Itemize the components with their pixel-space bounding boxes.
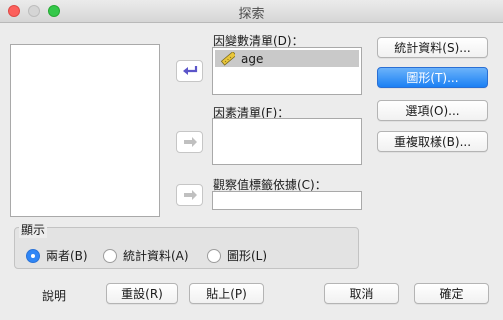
ok-button[interactable]: 確定 xyxy=(414,283,489,304)
variable-name: age xyxy=(241,51,264,66)
dependent-list[interactable]: age xyxy=(212,47,362,95)
radio-statistics[interactable]: 統計資料(A) xyxy=(103,247,189,264)
ruler-icon xyxy=(221,51,235,66)
arrow-right-icon xyxy=(182,66,197,75)
arrow-right-icon xyxy=(183,190,197,200)
factor-list[interactable] xyxy=(212,118,362,165)
plots-button[interactable]: 圖形(T)... xyxy=(377,67,488,88)
options-button[interactable]: 選項(O)... xyxy=(377,100,488,121)
statistics-button[interactable]: 統計資料(S)... xyxy=(377,37,488,58)
radio-indicator xyxy=(207,248,221,263)
title-bar: 探索 xyxy=(0,0,503,23)
move-to-dependent-button[interactable] xyxy=(176,60,203,82)
list-item[interactable]: age xyxy=(215,50,359,67)
paste-button[interactable]: 貼上(P) xyxy=(189,283,264,304)
arrow-right-icon xyxy=(183,137,197,147)
radio-indicator xyxy=(103,248,117,263)
radio-indicator xyxy=(26,248,40,263)
display-group-title: 顯示 xyxy=(19,221,48,238)
window-title: 探索 xyxy=(238,7,265,22)
bootstrap-button[interactable]: 重複取樣(B)... xyxy=(377,131,488,152)
source-variable-list[interactable] xyxy=(10,44,160,217)
radio-plots[interactable]: 圖形(L) xyxy=(207,247,267,264)
radio-both[interactable]: 兩者(B) xyxy=(26,247,88,264)
move-to-label-button[interactable] xyxy=(176,184,203,206)
radio-label: 統計資料(A) xyxy=(123,249,189,263)
move-to-factor-button[interactable] xyxy=(176,131,203,153)
radio-label: 圖形(L) xyxy=(227,249,268,263)
label-cases-field[interactable] xyxy=(212,191,362,210)
help-button[interactable]: 說明 xyxy=(42,287,66,304)
radio-label: 兩者(B) xyxy=(46,249,88,263)
reset-button[interactable]: 重設(R) xyxy=(106,283,178,304)
cancel-button[interactable]: 取消 xyxy=(324,283,399,304)
